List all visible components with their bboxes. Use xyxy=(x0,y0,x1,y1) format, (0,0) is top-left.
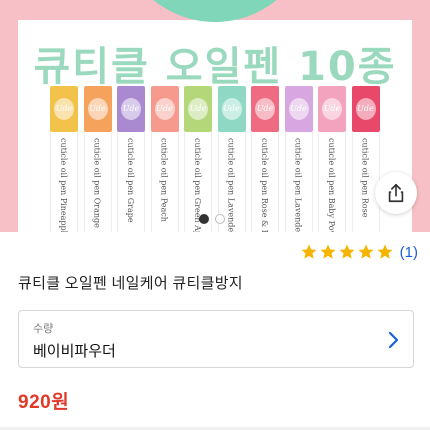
pen-logo: Ude xyxy=(288,98,309,120)
pen-body: cuticle oil pen Rose xyxy=(351,132,380,232)
carousel-dot-active[interactable] xyxy=(199,214,209,224)
pen-logo: Ude xyxy=(154,98,175,120)
carousel-dot[interactable] xyxy=(215,214,225,224)
pen-label: cuticle oil pen Baby Powder xyxy=(327,138,336,232)
chevron-right-icon xyxy=(388,331,399,349)
pen-logo: Ude xyxy=(54,98,74,120)
pen-body: cuticle oil pen Lavender xyxy=(284,132,313,232)
pen-logo: Ude xyxy=(255,98,275,120)
pen-lineup: Ude cuticle oil pen Pineapple Ude cuticle o… xyxy=(50,86,382,232)
pen-label: cuticle oil pen Grape xyxy=(126,138,135,223)
pen-label: cuticle oil pen Pineapple xyxy=(59,138,68,232)
pen-item: Ude cuticle oil pen Baby Powder xyxy=(318,86,346,232)
pen-item: Ude cuticle oil pen Pineapple xyxy=(50,86,78,232)
star-rating xyxy=(300,243,394,261)
pen-cap: Ude xyxy=(150,86,179,132)
pen-cap: Ude xyxy=(217,86,246,132)
pen-cap: Ude xyxy=(351,86,380,132)
star-icon xyxy=(339,244,355,259)
pen-cap: Ude xyxy=(284,86,313,132)
pen-body: cuticle oil pen Pineapple xyxy=(50,132,78,232)
pen-logo: Ude xyxy=(355,98,376,120)
pen-item: Ude cuticle oil pen Orange xyxy=(83,86,112,232)
pen-label: cuticle oil pen Orange xyxy=(92,138,102,228)
pen-logo: Ude xyxy=(188,98,208,120)
price: 920원 xyxy=(18,392,70,413)
hero-title: 큐티클 오일펜 10종 xyxy=(33,44,397,90)
pen-logo: Ude xyxy=(121,98,141,120)
pen-body: cuticle oil pen Peach xyxy=(150,132,179,232)
pen-logo: Ude xyxy=(87,98,108,120)
share-button[interactable] xyxy=(375,172,417,214)
pen-label: cuticle oil pen Lavender xyxy=(226,138,236,232)
pen-item: Ude cuticle oil pen Green Apple xyxy=(184,86,212,232)
pen-cap: Ude xyxy=(83,86,112,132)
product-image-carousel[interactable]: 큐티클 오일펜 10종 Ude cuticle oil pen Pineapple… xyxy=(0,0,430,232)
pen-body: cuticle oil pen Rose & Berry xyxy=(251,132,279,232)
pen-body: cuticle oil pen Orange xyxy=(83,132,112,232)
pen-item: Ude cuticle oil pen Grape xyxy=(117,86,145,232)
pen-cap: Ude xyxy=(318,86,346,132)
pen-item: Ude cuticle oil pen Peach xyxy=(150,86,179,232)
pen-item: Ude cuticle oil pen Lavender xyxy=(217,86,246,232)
pen-cap: Ude xyxy=(50,86,78,132)
option-label: 수량 xyxy=(33,323,54,335)
share-icon xyxy=(388,183,404,203)
star-icon xyxy=(377,244,393,259)
star-icon xyxy=(358,244,374,259)
pen-label: cuticle oil pen Lavender xyxy=(293,138,303,232)
pen-cap: Ude xyxy=(117,86,145,132)
rating[interactable]: (1) xyxy=(300,242,418,262)
pen-body: cuticle oil pen Baby Powder xyxy=(318,132,346,232)
pen-cap: Ude xyxy=(251,86,279,132)
pen-logo: Ude xyxy=(322,98,342,120)
pen-item: Ude cuticle oil pen Lavender xyxy=(284,86,313,232)
pen-body: cuticle oil pen Grape xyxy=(117,132,145,232)
option-selected-value: 베이비파우더 xyxy=(33,343,116,360)
pen-item: Ude cuticle oil pen Rose & Berry xyxy=(251,86,279,232)
star-icon xyxy=(301,244,317,259)
pen-label: cuticle oil pen Rose & Berry xyxy=(260,138,269,232)
star-icon xyxy=(320,244,336,259)
pen-cap: Ude xyxy=(184,86,212,132)
pen-logo: Ude xyxy=(221,98,242,120)
pen-label: cuticle oil pen Rose xyxy=(360,138,370,218)
option-selector[interactable]: 수량 베이비파우더 xyxy=(18,310,414,368)
product-title: 큐티클 오일펜 네일케어 큐티클방지 xyxy=(18,275,243,292)
pen-label: cuticle oil pen Peach xyxy=(159,138,169,222)
review-count-link[interactable]: (1) xyxy=(400,244,418,261)
pen-item: Ude cuticle oil pen Rose xyxy=(351,86,380,232)
